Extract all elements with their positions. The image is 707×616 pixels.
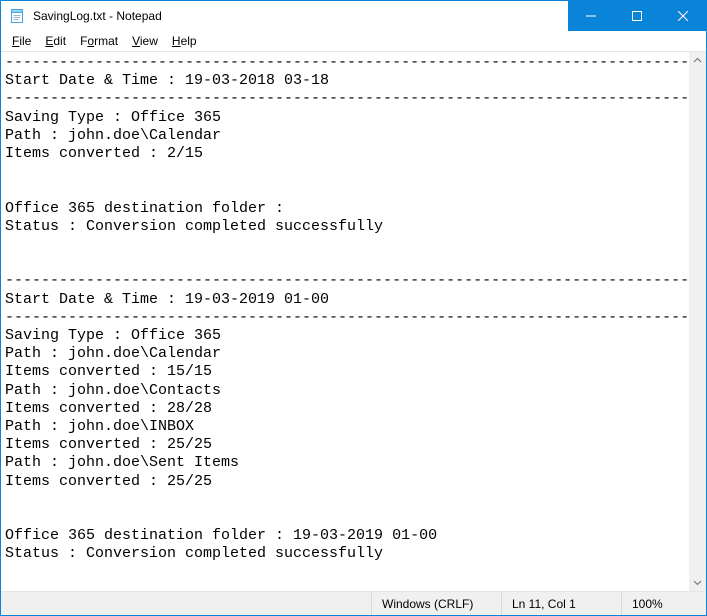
menu-view-rest: iew xyxy=(140,34,158,48)
scroll-down-arrow-icon[interactable] xyxy=(689,574,706,591)
menu-edit[interactable]: Edit xyxy=(38,33,73,49)
text-editor[interactable]: ----------------------------------------… xyxy=(1,52,689,591)
titlebar[interactable]: SavingLog.txt - Notepad xyxy=(1,1,706,31)
editor-area: ----------------------------------------… xyxy=(1,52,706,591)
status-spacer xyxy=(1,592,371,615)
statusbar: Windows (CRLF) Ln 11, Col 1 100% xyxy=(1,591,706,615)
menu-edit-rest: dit xyxy=(53,34,66,48)
status-position: Ln 11, Col 1 xyxy=(501,592,621,615)
scroll-up-arrow-icon[interactable] xyxy=(689,52,706,69)
notepad-icon xyxy=(9,8,25,24)
menu-format[interactable]: Format xyxy=(73,33,125,49)
menu-view[interactable]: View xyxy=(125,33,165,49)
menu-format-rest: rmat xyxy=(94,34,118,48)
notepad-window: SavingLog.txt - Notepad File Edit Format… xyxy=(0,0,707,616)
menu-file[interactable]: File xyxy=(5,33,38,49)
menu-help-rest: elp xyxy=(181,34,197,48)
menu-file-rest: ile xyxy=(19,34,31,48)
window-controls xyxy=(568,1,706,31)
minimize-button[interactable] xyxy=(568,1,614,31)
status-zoom: 100% xyxy=(621,592,706,615)
scroll-track[interactable] xyxy=(689,69,706,574)
maximize-button[interactable] xyxy=(614,1,660,31)
vertical-scrollbar[interactable] xyxy=(689,52,706,591)
menu-help[interactable]: Help xyxy=(165,33,204,49)
status-encoding: Windows (CRLF) xyxy=(371,592,501,615)
close-button[interactable] xyxy=(660,1,706,31)
menubar: File Edit Format View Help xyxy=(1,31,706,52)
window-title: SavingLog.txt - Notepad xyxy=(31,1,568,31)
